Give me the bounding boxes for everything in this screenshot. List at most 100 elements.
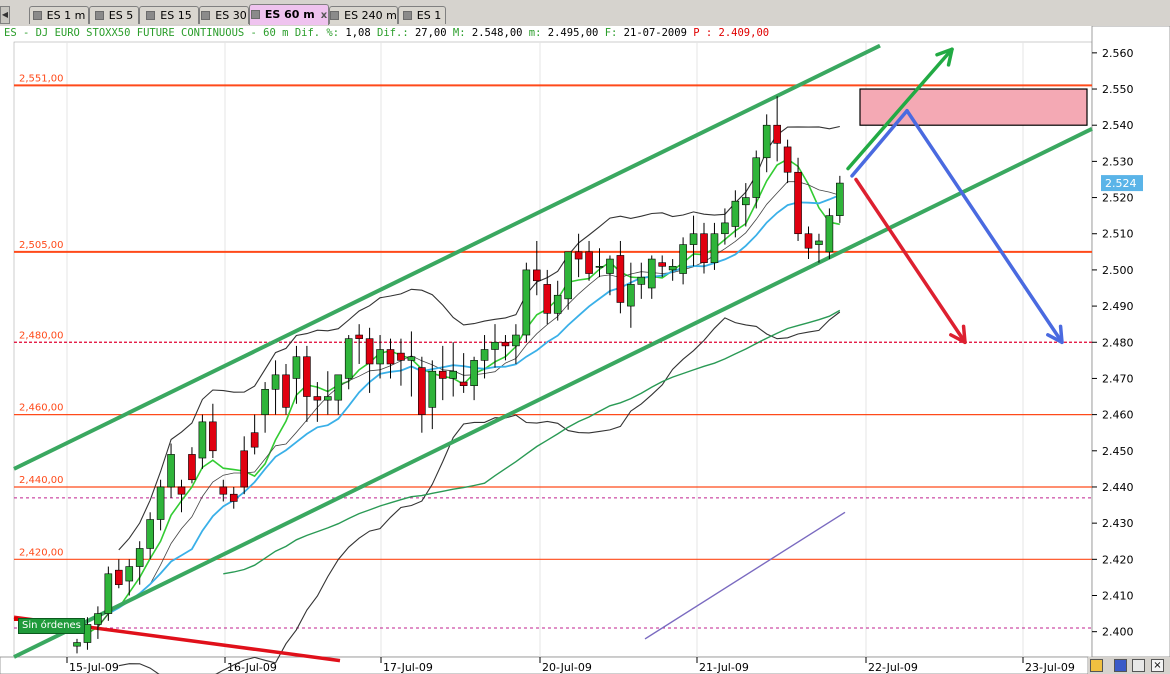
dif-pct-label: Dif. %: (294, 27, 340, 39)
level-label: 2,440,00 (19, 475, 64, 486)
candle-down (585, 251, 593, 274)
candle-up (637, 276, 646, 285)
candle-up (825, 215, 834, 253)
candle-down (115, 569, 123, 585)
candle-down (459, 381, 468, 386)
tab-es-60-m[interactable]: ES 60 m x (249, 4, 329, 25)
chart-settings-icon[interactable] (1090, 659, 1103, 672)
candle-down (240, 450, 248, 488)
price-tick-label: 2.470 (1102, 372, 1134, 385)
bottom-toolbar: × (1088, 657, 1170, 674)
candle-down (365, 338, 374, 365)
tab-chart-icon (94, 11, 104, 20)
candle-up (376, 349, 384, 365)
candle-up (815, 240, 823, 245)
candle-up (522, 269, 531, 336)
save-icon[interactable] (1114, 659, 1127, 672)
price-tick-label: 2.420 (1102, 553, 1134, 566)
candle-down (282, 374, 290, 408)
price-tick-label: 2.400 (1102, 626, 1134, 639)
plot-area (13, 41, 1093, 658)
candle-up (167, 454, 175, 488)
candle-up (344, 338, 353, 379)
tab-chart-icon (402, 11, 412, 20)
tab-label: ES 1 m (46, 9, 86, 22)
price-tick-label: 2.530 (1102, 155, 1134, 168)
candle-down (700, 233, 708, 263)
instrument-header: ES - DJ EURO STOXX50 FUTURE CONTINUOUS -… (4, 26, 769, 40)
tab-es-30-m[interactable]: ES 30 m (199, 6, 249, 40)
p-value: 2.409,00 (718, 27, 770, 39)
candle-up (428, 370, 437, 408)
price-tick-label: 2.480 (1102, 336, 1134, 349)
candle-down (794, 171, 802, 235)
date-label: 17-Jul-09 (383, 661, 433, 674)
candle-down (229, 493, 238, 502)
level-label: 2,420,00 (19, 547, 64, 558)
candle-up (135, 548, 144, 567)
current-price-label: 2.524 (1105, 177, 1137, 190)
tab-label: ES 60 m (264, 8, 315, 21)
tab-scroll-left-icon[interactable]: ◀ (0, 6, 10, 24)
min-value: 2.495,00 (547, 27, 599, 39)
price-tick-label: 2.500 (1102, 264, 1134, 277)
candle-up (710, 233, 719, 263)
date-label: 22-Jul-09 (868, 661, 918, 674)
tab-label: ES 240 m (344, 9, 397, 22)
candle-up (741, 197, 750, 206)
price-tick-label: 2.510 (1102, 228, 1134, 241)
max-value: 2.548,00 (471, 27, 523, 39)
candle-down (616, 255, 625, 303)
candle-up (449, 370, 458, 379)
candle-down (501, 341, 510, 347)
tab-es-1-d[interactable]: ES 1 D (398, 6, 446, 40)
resistance-zone[interactable] (859, 88, 1088, 126)
tab-es-15-m[interactable]: ES 15 m (139, 6, 199, 40)
candle-down (658, 262, 667, 267)
candle-up (721, 222, 729, 235)
candle-up (762, 124, 771, 159)
dif-label: Dif.: (377, 27, 409, 39)
p-label: P : (693, 27, 713, 39)
candle-up (271, 374, 280, 390)
tab-close-icon[interactable]: x (321, 6, 327, 26)
no-orders-button[interactable]: Sin órdenes (18, 618, 85, 634)
candle-up (564, 251, 572, 300)
level-label: 2,551,00 (19, 73, 64, 84)
tab-chart-icon (201, 11, 211, 20)
candle-down (188, 454, 196, 481)
candle-up (668, 265, 677, 271)
price-tick-label: 2.430 (1102, 517, 1134, 530)
tab-es-240-m[interactable]: ES 240 m (329, 6, 398, 24)
print-icon[interactable] (1132, 659, 1145, 672)
candle-up (752, 157, 761, 198)
date-label: 15-Jul-09 (69, 661, 119, 674)
candle-down (250, 432, 259, 448)
candle-down (303, 356, 311, 397)
tab-chart-icon (250, 10, 260, 19)
instrument-name: ES - DJ EURO STOXX50 FUTURE CONTINUOUS -… (4, 27, 289, 39)
min-label: m: (528, 27, 542, 39)
candle-up (83, 624, 92, 643)
candle-up (836, 182, 844, 216)
candle-up (94, 613, 102, 625)
candle-up (292, 356, 301, 379)
dif-pct-value: 1,08 (345, 27, 371, 39)
date-label: F: (604, 27, 618, 39)
price-tick-label: 2.550 (1102, 83, 1134, 96)
close-icon[interactable]: × (1151, 659, 1164, 672)
level-label: 2,480,00 (19, 330, 64, 341)
date-value: 21-07-2009 (623, 27, 687, 39)
candle-up (470, 360, 478, 386)
candle-up (198, 421, 207, 459)
candle-down (532, 269, 541, 282)
tab-es-5-m[interactable]: ES 5 m (89, 6, 139, 40)
candle-down (438, 370, 447, 379)
tab-es-1-m[interactable]: ES 1 m (29, 6, 89, 24)
tab-chart-icon (146, 11, 156, 20)
candle-up (512, 334, 520, 347)
candle-up (334, 374, 343, 401)
date-label: 21-Jul-09 (699, 661, 749, 674)
tab-chart-icon (330, 11, 340, 20)
candle-down (418, 367, 426, 415)
